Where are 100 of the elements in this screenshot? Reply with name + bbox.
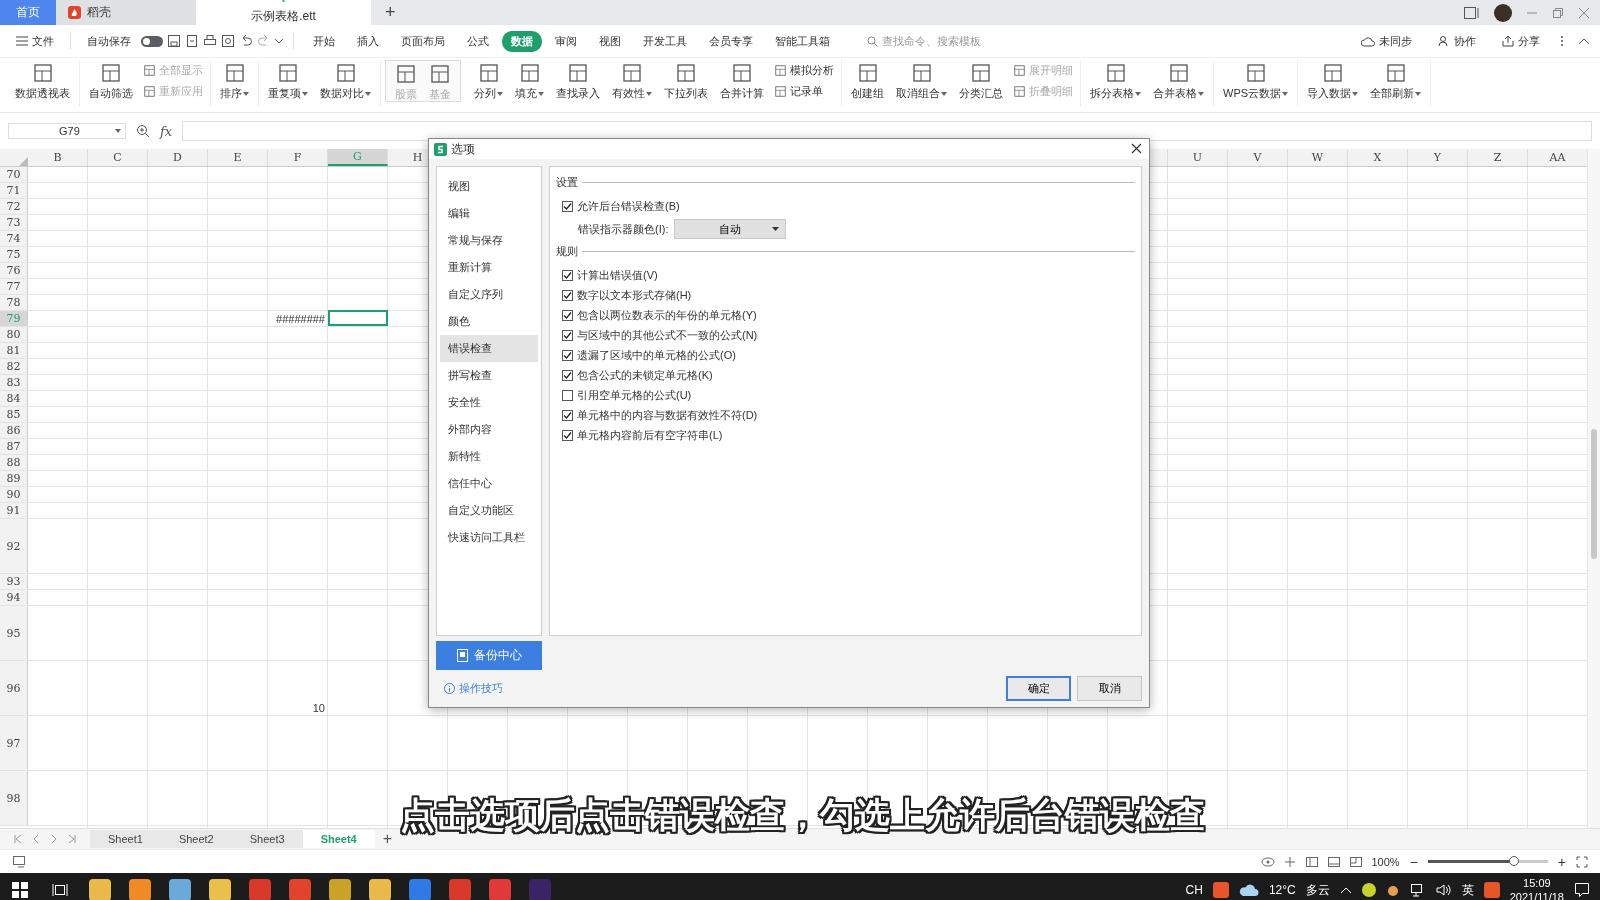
- file-menu[interactable]: 文件: [10, 31, 60, 51]
- checkbox-label[interactable]: 计算出错误值(V): [577, 267, 658, 283]
- category-item[interactable]: 编辑: [440, 200, 538, 227]
- ime-mode[interactable]: 英: [1461, 881, 1474, 899]
- row-header[interactable]: 78: [0, 295, 28, 310]
- row-header[interactable]: 98: [0, 771, 28, 825]
- ribbon-button[interactable]: 自动筛选: [84, 60, 138, 103]
- document-tab[interactable]: 示例表格.ett: [196, 0, 371, 25]
- category-item[interactable]: 外部内容: [440, 416, 538, 443]
- ribbon-button[interactable]: 模拟分析: [771, 62, 837, 79]
- page-layout-icon[interactable]: [1327, 855, 1342, 868]
- preview-icon[interactable]: [221, 34, 235, 48]
- row-header[interactable]: 96: [0, 661, 28, 715]
- zoom-out-button[interactable]: −: [1407, 853, 1420, 870]
- row-header[interactable]: 70: [0, 167, 28, 182]
- eye-icon[interactable]: [1261, 855, 1276, 868]
- ribbon-button[interactable]: 分类汇总: [954, 60, 1008, 103]
- row-header[interactable]: 84: [0, 391, 28, 406]
- ribbon-button[interactable]: 创建组: [846, 60, 889, 103]
- checkbox-label[interactable]: 数字以文本形式存储(H): [577, 287, 692, 303]
- checkbox[interactable]: [562, 289, 573, 301]
- autosave-toggle[interactable]: [141, 35, 163, 47]
- checkbox-label[interactable]: 包含公式的未锁定单元格(K): [577, 367, 713, 383]
- checkbox[interactable]: [562, 369, 573, 381]
- avatar-icon[interactable]: [1494, 3, 1512, 22]
- row-header[interactable]: 74: [0, 231, 28, 246]
- caret-icon[interactable]: [275, 38, 283, 44]
- ribbon-button[interactable]: 合并表格: [1148, 60, 1209, 103]
- function-label[interactable]: fx: [160, 123, 173, 139]
- ribbon-tab[interactable]: 视图: [590, 30, 630, 52]
- category-item[interactable]: 常规与保存: [440, 227, 538, 254]
- close-icon[interactable]: [1578, 6, 1590, 19]
- row-header[interactable]: 85: [0, 407, 28, 422]
- name-box[interactable]: G79: [8, 123, 126, 139]
- row-header[interactable]: 76: [0, 263, 28, 278]
- ribbon-button[interactable]: 分列: [469, 60, 508, 103]
- category-item[interactable]: 安全性: [440, 389, 538, 416]
- ribbon-tab[interactable]: 会员专享: [700, 30, 762, 52]
- zoom-level[interactable]: 100%: [1371, 855, 1400, 868]
- column-header[interactable]: V: [1228, 149, 1288, 166]
- ribbon-button[interactable]: 导入数据: [1302, 60, 1364, 103]
- row-header[interactable]: 83: [0, 375, 28, 390]
- toolbar-action[interactable]: 未同步: [1355, 31, 1418, 51]
- input-mode[interactable]: CH: [1185, 883, 1203, 897]
- row-header[interactable]: 82: [0, 359, 28, 374]
- sheet-tab[interactable]: Sheet2: [160, 830, 232, 848]
- row-header[interactable]: 87: [0, 439, 28, 454]
- row-header[interactable]: 72: [0, 199, 28, 214]
- zoom-in-button[interactable]: +: [1555, 853, 1568, 870]
- collapse-icon[interactable]: [1578, 37, 1590, 45]
- ribbon-button[interactable]: 重复项: [263, 60, 313, 103]
- ribbon-button[interactable]: 取消组合: [891, 60, 952, 103]
- ribbon-tab[interactable]: 公式: [458, 30, 498, 52]
- category-item[interactable]: 颜色: [440, 308, 538, 335]
- normal-view-icon[interactable]: [1305, 855, 1320, 868]
- checkbox[interactable]: [562, 329, 573, 341]
- ime-icon[interactable]: [1212, 882, 1229, 898]
- add-sheet-button[interactable]: +: [374, 830, 401, 848]
- tray-icon[interactable]: [1385, 883, 1400, 897]
- ribbon-button[interactable]: 数据对比: [315, 60, 376, 103]
- previous-sheet-icon[interactable]: [32, 834, 40, 844]
- zoom-icon[interactable]: [136, 124, 150, 138]
- checkbox-label[interactable]: 包含以两位数表示的年份的单元格(Y): [577, 307, 757, 323]
- ribbon-tab[interactable]: 开始: [304, 30, 344, 52]
- checkbox-label[interactable]: 允许后台错误检查(B): [577, 198, 680, 214]
- print-icon[interactable]: [203, 34, 217, 48]
- ribbon-button[interactable]: 合并计算: [715, 60, 769, 103]
- column-header[interactable]: U: [1168, 149, 1228, 166]
- category-item[interactable]: 拼写检查: [440, 362, 538, 389]
- row-header[interactable]: 71: [0, 183, 28, 198]
- category-item[interactable]: 信任中心: [440, 470, 538, 497]
- checkbox-label[interactable]: 与区域中的其他公式不一致的公式(N): [577, 327, 758, 343]
- speaker-icon[interactable]: [1435, 883, 1452, 897]
- ribbon-tab[interactable]: 智能工具箱: [766, 30, 839, 52]
- category-item[interactable]: 新特性: [440, 443, 538, 470]
- column-header[interactable]: Z: [1468, 149, 1528, 166]
- ribbon-button[interactable]: 有效性: [607, 60, 657, 103]
- column-header[interactable]: D: [148, 149, 208, 166]
- sheet-tab[interactable]: Sheet1: [90, 830, 161, 848]
- more-icon[interactable]: [1560, 35, 1564, 47]
- notification-icon[interactable]: [1574, 882, 1590, 898]
- checkbox-label[interactable]: 引用空单元格的公式(U): [577, 387, 692, 403]
- row-header[interactable]: 90: [0, 487, 28, 502]
- ime-icon[interactable]: [1483, 882, 1500, 898]
- column-header[interactable]: W: [1288, 149, 1348, 166]
- ribbon-button[interactable]: 拆分表格: [1085, 60, 1146, 103]
- column-header[interactable]: X: [1348, 149, 1408, 166]
- category-item[interactable]: 自定义功能区: [440, 497, 538, 524]
- ok-button[interactable]: 确定: [1006, 676, 1071, 701]
- ribbon-tab[interactable]: 页面布局: [392, 30, 454, 52]
- checkbox-label[interactable]: 遗漏了区域中的单元格的公式(O): [577, 347, 736, 363]
- ribbon-button[interactable]: 数据透视表: [10, 60, 75, 103]
- row-header[interactable]: 75: [0, 247, 28, 262]
- tips-link[interactable]: 操作技巧: [438, 680, 509, 697]
- checkbox[interactable]: [562, 200, 573, 212]
- row-header[interactable]: 81: [0, 343, 28, 358]
- row-header[interactable]: 89: [0, 471, 28, 486]
- ribbon-button[interactable]: WPS云数据: [1218, 60, 1294, 103]
- row-header[interactable]: 88: [0, 455, 28, 470]
- row-header[interactable]: 86: [0, 423, 28, 438]
